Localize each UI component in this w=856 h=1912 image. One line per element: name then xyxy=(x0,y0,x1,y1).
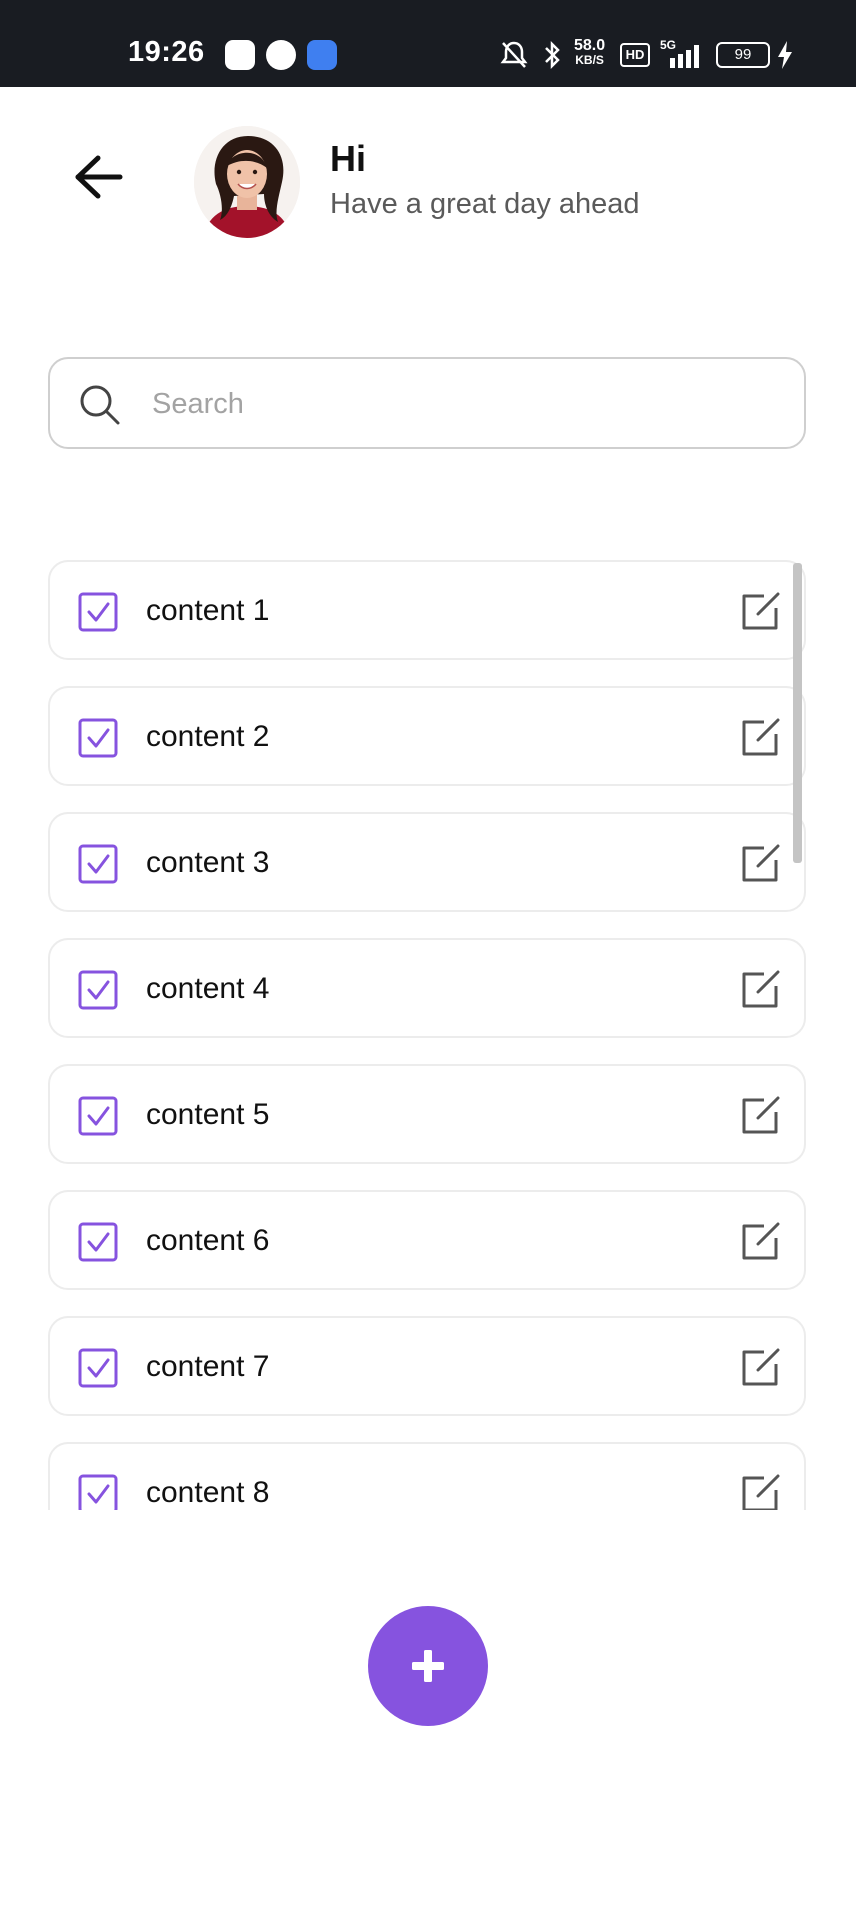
user-avatar-image xyxy=(194,126,300,238)
edit-icon[interactable] xyxy=(738,842,782,886)
checkbox-checked-icon[interactable] xyxy=(78,1348,118,1388)
mute-bell-icon xyxy=(500,41,528,68)
edit-icon[interactable] xyxy=(738,1346,782,1390)
greeting-subtitle: Have a great day ahead xyxy=(330,188,640,220)
list-item-label: content 1 xyxy=(146,594,270,627)
list-item[interactable]: content 1 xyxy=(48,560,806,660)
checkbox-checked-icon[interactable] xyxy=(78,1222,118,1262)
list-item-label: content 2 xyxy=(146,720,270,753)
list-item-label: content 6 xyxy=(146,1224,270,1257)
search-icon xyxy=(80,385,120,425)
list-item[interactable]: content 4 xyxy=(48,938,806,1038)
list-item-label: content 7 xyxy=(146,1350,270,1383)
checkbox-checked-icon[interactable] xyxy=(78,970,118,1010)
network-speed-value: 58.0 xyxy=(574,37,606,54)
status-bar: 19:26 58.0 KB/S HD 5G 99 xyxy=(0,0,856,87)
edit-icon[interactable] xyxy=(738,1472,782,1510)
edit-icon[interactable] xyxy=(738,1220,782,1264)
search-input[interactable] xyxy=(150,377,774,431)
back-button[interactable] xyxy=(72,152,128,202)
edit-icon[interactable] xyxy=(738,1094,782,1138)
checkbox-checked-icon[interactable] xyxy=(78,592,118,632)
app-notification-icon xyxy=(225,40,255,70)
list-item-label: content 3 xyxy=(146,846,270,879)
list-item[interactable]: content 5 xyxy=(48,1064,806,1164)
greeting-title: Hi xyxy=(330,138,366,179)
list-item-label: content 4 xyxy=(146,972,270,1005)
checkbox-checked-icon[interactable] xyxy=(78,844,118,884)
checkbox-checked-icon[interactable] xyxy=(78,1096,118,1136)
edit-icon[interactable] xyxy=(738,716,782,760)
list-item[interactable]: content 2 xyxy=(48,686,806,786)
checkbox-checked-icon[interactable] xyxy=(78,718,118,758)
list-item[interactable]: content 3 xyxy=(48,812,806,912)
bluetooth-icon xyxy=(545,40,560,70)
list-item-label: content 5 xyxy=(146,1098,270,1131)
list-item[interactable]: content 6 xyxy=(48,1190,806,1290)
status-time: 19:26 xyxy=(128,36,205,68)
edit-icon[interactable] xyxy=(738,968,782,1012)
avatar xyxy=(194,126,300,238)
edit-icon[interactable] xyxy=(738,590,782,634)
network-speed-unit: KB/S xyxy=(575,53,604,67)
list-item[interactable]: content 8 xyxy=(48,1442,806,1510)
arrow-left-icon xyxy=(75,155,123,199)
signal-icon xyxy=(670,45,699,68)
add-item-button[interactable] xyxy=(368,1606,488,1726)
list-item-label: content 8 xyxy=(146,1476,270,1509)
list-scrollbar[interactable] xyxy=(793,563,802,863)
plus-icon xyxy=(412,1650,444,1682)
charging-icon xyxy=(778,41,792,69)
checkbox-checked-icon[interactable] xyxy=(78,1474,118,1510)
network-speed: 58.0 KB/S xyxy=(574,38,605,68)
list-item[interactable]: content 7 xyxy=(48,1316,806,1416)
hd-badge: HD xyxy=(620,43,650,67)
search-box[interactable] xyxy=(48,357,806,449)
battery-indicator: 99 xyxy=(716,42,770,68)
app-notification-icon xyxy=(266,40,296,70)
content-list: content 1 content 2 content 3 content 4 cont… xyxy=(48,560,808,1510)
app-notification-icon xyxy=(307,40,337,70)
